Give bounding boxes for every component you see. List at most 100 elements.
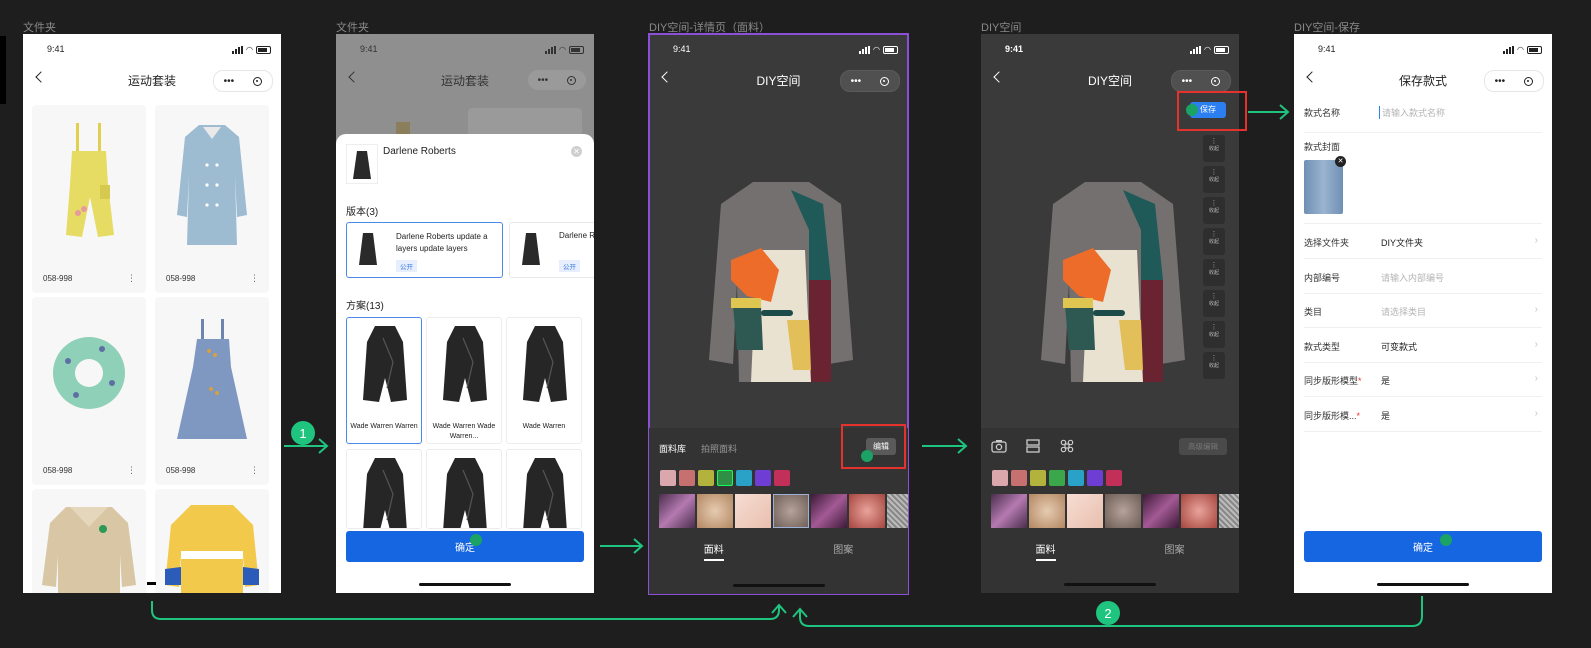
- target-icon[interactable]: [1211, 76, 1221, 86]
- more-dots-icon[interactable]: •••: [538, 75, 549, 86]
- collapse-button[interactable]: ⋮ 收起: [1203, 290, 1225, 317]
- capsule-menu[interactable]: •••: [840, 70, 900, 92]
- tab-pattern[interactable]: 图案: [1110, 541, 1239, 556]
- cover-image[interactable]: [1304, 160, 1343, 214]
- swatch[interactable]: [992, 470, 1008, 486]
- more-icon[interactable]: ⋮: [127, 465, 136, 476]
- capsule-menu[interactable]: •••: [213, 70, 273, 92]
- product-card[interactable]: 058-998 ⋮: [155, 105, 269, 293]
- swatch[interactable]: [1087, 470, 1103, 486]
- bottom-tabs: 面料 图案: [649, 541, 909, 561]
- public-badge: 公开: [559, 260, 580, 272]
- collapse-button[interactable]: ⋮ 收起: [1203, 166, 1225, 193]
- advanced-edit-button[interactable]: 高级编辑: [1179, 438, 1227, 455]
- fabric-thumb[interactable]: [697, 494, 733, 528]
- version-card[interactable]: Darlene R 公开: [509, 222, 594, 278]
- more-icon[interactable]: ⋮: [127, 273, 136, 284]
- more-dots-icon[interactable]: •••: [851, 76, 862, 87]
- target-icon[interactable]: [567, 75, 577, 85]
- fabric-thumb[interactable]: [811, 494, 847, 528]
- capsule-menu[interactable]: •••: [1484, 70, 1544, 92]
- camera-icon[interactable]: [991, 439, 1007, 453]
- more-dots-icon[interactable]: •••: [1182, 76, 1193, 87]
- plan-thumb: [523, 458, 567, 528]
- swatch[interactable]: [1030, 470, 1046, 486]
- plan-card[interactable]: [506, 449, 582, 529]
- swatch[interactable]: [736, 470, 752, 486]
- plan-card[interactable]: [426, 449, 502, 529]
- more-vertical-icon: ⋮: [1210, 293, 1218, 300]
- plan-card-selected[interactable]: Wade Warren Warren: [346, 317, 422, 444]
- form-row[interactable]: 同步版形模...* 是 ›: [1304, 397, 1542, 432]
- target-icon[interactable]: [880, 76, 890, 86]
- form-row[interactable]: 同步版形模型* 是 ›: [1304, 362, 1542, 397]
- fabric-thumb[interactable]: [887, 494, 908, 528]
- swatch[interactable]: [1049, 470, 1065, 486]
- target-icon[interactable]: [253, 76, 263, 86]
- swatch[interactable]: [679, 470, 695, 486]
- plan-card[interactable]: [346, 449, 422, 529]
- screen-label-1: 文件夹: [23, 22, 56, 34]
- command-icon[interactable]: [1060, 439, 1074, 453]
- fabric-thumb[interactable]: [1143, 494, 1179, 528]
- style-name-input[interactable]: 请输入款式名称: [1379, 106, 1445, 119]
- product-card[interactable]: 058-998 ⋮: [32, 297, 146, 485]
- field-value: 请输入内部编号: [1381, 272, 1445, 283]
- swatch[interactable]: [755, 470, 771, 486]
- capsule-menu[interactable]: •••: [1171, 70, 1231, 92]
- collapse-button[interactable]: ⋮ 收起: [1203, 197, 1225, 224]
- fabric-thumb[interactable]: [735, 494, 771, 528]
- product-card[interactable]: [155, 489, 269, 593]
- form-row[interactable]: 款式类型 可变款式 ›: [1304, 328, 1542, 363]
- collapse-button[interactable]: ⋮ 收起: [1203, 228, 1225, 255]
- collapse-button[interactable]: ⋮ 收起: [1203, 321, 1225, 348]
- fabric-thumb[interactable]: [1067, 494, 1103, 528]
- form-row[interactable]: 选择文件夹 DIY文件夹 ›: [1304, 224, 1542, 259]
- fabric-thumb[interactable]: [1105, 494, 1141, 528]
- fabric-thumb[interactable]: [1029, 494, 1065, 528]
- fabric-thumb[interactable]: [849, 494, 885, 528]
- product-card[interactable]: 058-998 ⋮: [155, 297, 269, 485]
- more-icon[interactable]: ⋮: [250, 465, 259, 476]
- swatch[interactable]: [1011, 470, 1027, 486]
- more-dots-icon[interactable]: •••: [1495, 76, 1506, 87]
- blazer-3d-preview: [1041, 182, 1185, 382]
- swatch[interactable]: [698, 470, 714, 486]
- collapse-button[interactable]: ⋮ 收起: [1203, 259, 1225, 286]
- plan-card[interactable]: Wade Warren Wade Warren...: [426, 317, 502, 444]
- chevron-right-icon: ›: [1534, 373, 1538, 384]
- more-icon[interactable]: ⋮: [250, 273, 259, 284]
- fabric-thumb[interactable]: [991, 494, 1027, 528]
- tab-pattern[interactable]: 图案: [779, 541, 909, 556]
- form-row[interactable]: 内部编号 请输入内部编号: [1304, 259, 1542, 294]
- fabric-thumb[interactable]: [659, 494, 695, 528]
- tab-fabric-library[interactable]: 面料库: [659, 442, 686, 455]
- capsule-menu[interactable]: •••: [528, 70, 586, 90]
- target-icon[interactable]: [1524, 76, 1534, 86]
- swatch[interactable]: [660, 470, 676, 486]
- status-time: 9:41: [47, 44, 65, 54]
- tab-photo-fabric[interactable]: 拍照面料: [701, 442, 737, 455]
- remove-cover-icon[interactable]: ✕: [1335, 156, 1346, 167]
- swatch-selected[interactable]: [717, 470, 733, 486]
- swatch[interactable]: [774, 470, 790, 486]
- close-icon[interactable]: ✕: [571, 146, 582, 157]
- version-card-selected[interactable]: Darlene Roberts update a layers update l…: [346, 222, 503, 278]
- swatch[interactable]: [1068, 470, 1084, 486]
- form-row[interactable]: 类目 请选择类目 ›: [1304, 293, 1542, 328]
- product-card[interactable]: 058-998 ⋮: [32, 105, 146, 293]
- layout-icon[interactable]: [1026, 439, 1040, 453]
- more-dots-icon[interactable]: •••: [224, 76, 235, 87]
- tab-fabric[interactable]: 面料: [649, 541, 779, 561]
- fabric-thumb[interactable]: [1181, 494, 1217, 528]
- collapse-button[interactable]: ⋮ 收起: [1203, 135, 1225, 162]
- tab-fabric[interactable]: 面料: [981, 541, 1110, 561]
- fabric-thumb[interactable]: [1219, 494, 1239, 528]
- swatch[interactable]: [1106, 470, 1122, 486]
- plan-card[interactable]: Wade Warren: [506, 317, 582, 444]
- collapse-button[interactable]: ⋮ 收起: [1203, 352, 1225, 379]
- confirm-button[interactable]: 确定: [346, 531, 584, 562]
- confirm-button[interactable]: 确定: [1304, 531, 1542, 562]
- fabric-thumb-selected[interactable]: [773, 494, 809, 528]
- product-card[interactable]: [32, 489, 146, 593]
